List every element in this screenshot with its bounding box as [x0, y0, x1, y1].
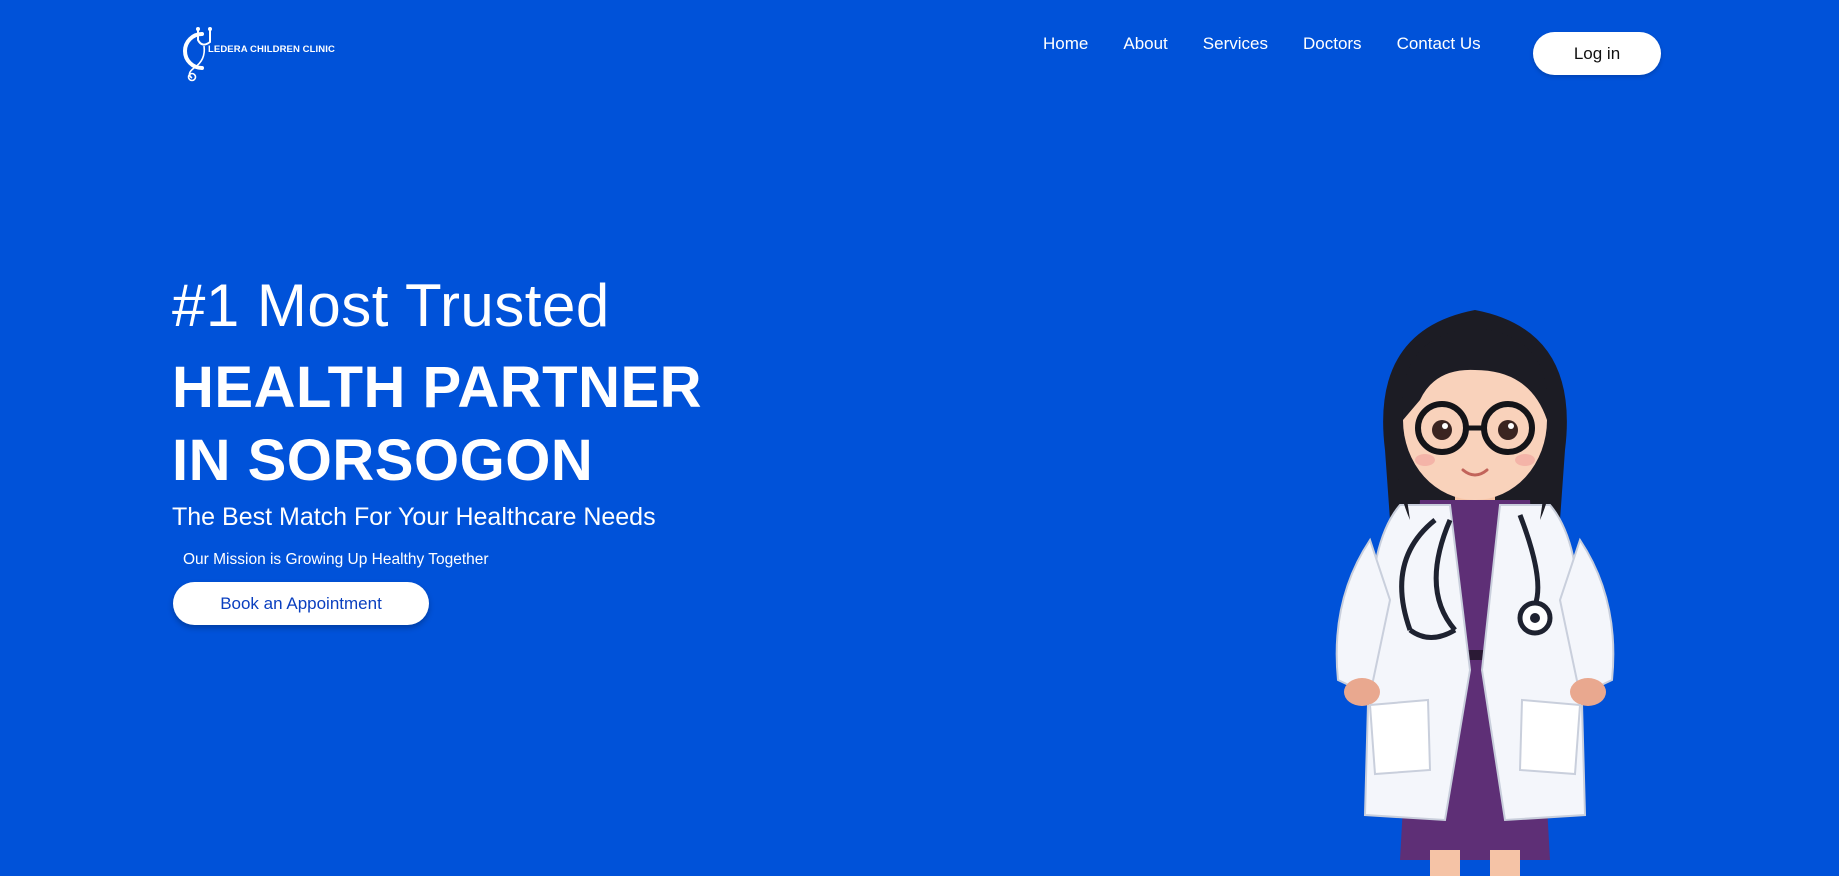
hero-mission: Our Mission is Growing Up Healthy Togeth… [183, 551, 489, 568]
login-button[interactable]: Log in [1533, 32, 1661, 75]
nav-services[interactable]: Services [1203, 34, 1268, 54]
hero-headline-3: IN SORSOGON [172, 428, 594, 493]
nav-doctors[interactable]: Doctors [1303, 34, 1362, 54]
main-nav: Home About Services Doctors Contact Us [1043, 34, 1481, 54]
nav-about[interactable]: About [1123, 34, 1167, 54]
nav-home[interactable]: Home [1043, 34, 1088, 54]
brand-name: LEDERA CHILDREN CLINIC [208, 43, 335, 55]
nav-contact-us[interactable]: Contact Us [1397, 34, 1481, 54]
female-doctor-illustration [1335, 310, 1615, 876]
hero-headline-1: #1 Most Trusted [172, 272, 610, 339]
book-appointment-button[interactable]: Book an Appointment [173, 582, 429, 625]
hero-subtitle: The Best Match For Your Healthcare Needs [172, 503, 656, 531]
brand-logo[interactable]: LEDERA CHILDREN CLINIC [172, 24, 335, 82]
hero-headline-2: HEALTH PARTNER [172, 355, 703, 420]
